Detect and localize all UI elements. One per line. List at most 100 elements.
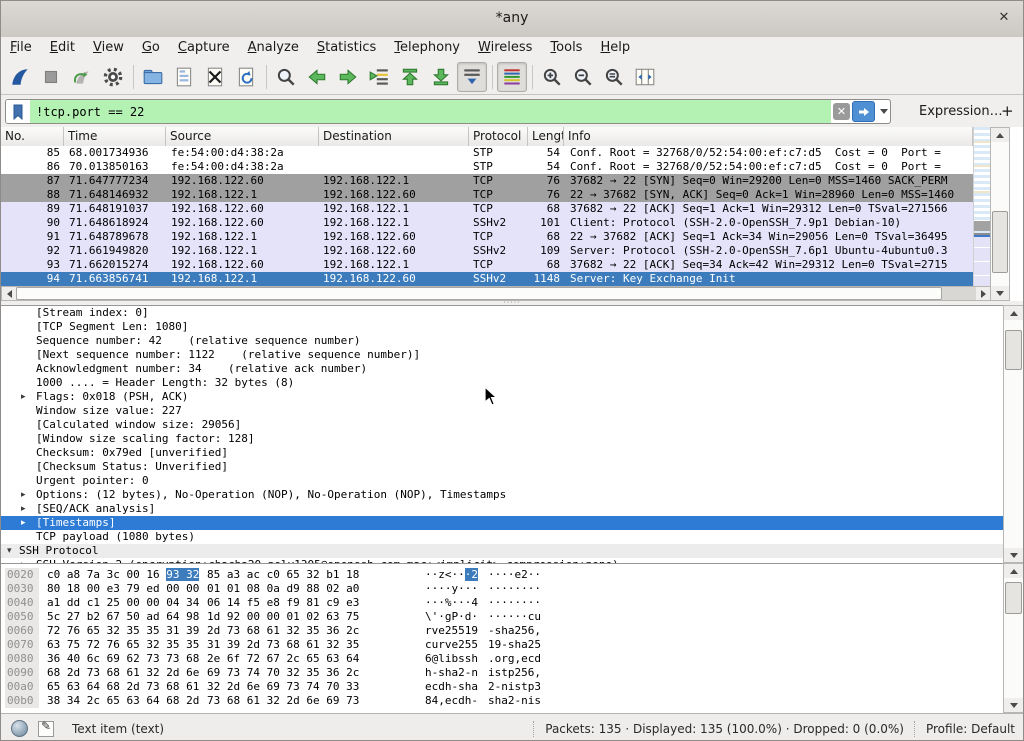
hex-row[interactable]: 008036 40 6c 69 62 73 73 682e 6f 72 67 2… (1, 652, 1003, 666)
scroll-down-button[interactable] (991, 286, 1009, 300)
scrollbar-thumb[interactable] (1005, 582, 1022, 614)
filter-history-caret[interactable] (877, 100, 890, 123)
packet-row-85[interactable]: 8568.001734936fe:54:00:d4:38:2aSTP54Conf… (1, 146, 973, 160)
hex-row[interactable]: 0040a1 dd c1 25 00 00 04 3406 14 f5 e8 f… (1, 596, 1003, 610)
detail-line[interactable]: 1000 .... = Header Length: 32 bytes (8) (1, 376, 1003, 390)
go-to-packet-button[interactable] (364, 62, 394, 92)
stop-capture-button[interactable] (36, 62, 66, 92)
detail-line-timestamps-selected[interactable]: ▸[Timestamps] (1, 516, 1003, 530)
packet-row-88[interactable]: 8871.648146932192.168.122.1192.168.122.6… (1, 188, 973, 202)
packet-row-90[interactable]: 9071.648618924192.168.122.60192.168.122.… (1, 216, 973, 230)
packet-row-93[interactable]: 9371.662015274192.168.122.60192.168.122.… (1, 258, 973, 272)
expert-info-button[interactable] (11, 720, 28, 737)
auto-scroll-button[interactable] (457, 62, 487, 92)
zoom-out-button[interactable] (568, 62, 598, 92)
resize-columns-button[interactable] (630, 62, 660, 92)
restart-capture-button[interactable] (67, 62, 97, 92)
detail-line[interactable]: [Window size scaling factor: 128] (1, 432, 1003, 446)
column-header-source[interactable]: Source (166, 127, 319, 146)
menu-telephony[interactable]: Telephony (385, 37, 469, 59)
go-to-bottom-button[interactable] (426, 62, 456, 92)
find-packet-button[interactable] (271, 62, 301, 92)
hex-row[interactable]: 00b038 34 2c 65 63 64 68 2d73 68 61 32 2… (1, 694, 1003, 708)
start-capture-button[interactable] (5, 62, 35, 92)
detail-line[interactable]: [Checksum Status: Unverified] (1, 460, 1003, 474)
scroll-down-button[interactable] (1004, 548, 1023, 562)
hscrollbar-thumb[interactable] (16, 287, 942, 300)
detail-line[interactable]: [TCP Segment Len: 1080] (1, 320, 1003, 334)
reload-file-button[interactable] (231, 62, 261, 92)
filter-apply-button[interactable] (852, 101, 875, 122)
go-back-button[interactable] (302, 62, 332, 92)
hex-row[interactable]: 007063 75 72 76 65 32 35 3531 39 2d 73 6… (1, 638, 1003, 652)
menu-go[interactable]: Go (133, 37, 169, 59)
menu-edit[interactable]: Edit (41, 37, 84, 59)
hex-row[interactable]: 006072 76 65 32 35 35 31 392d 73 68 61 3… (1, 624, 1003, 638)
detail-line-flags[interactable]: ▸Flags: 0x018 (PSH, ACK) (1, 390, 1003, 404)
go-to-top-button[interactable] (395, 62, 425, 92)
scroll-up-button[interactable] (1004, 564, 1023, 578)
add-filter-button[interactable]: + (1001, 102, 1014, 120)
filter-bookmark-button[interactable] (6, 100, 30, 123)
zoom-in-button[interactable] (537, 62, 567, 92)
column-header-no[interactable]: No. (1, 127, 64, 146)
open-file-button[interactable] (138, 62, 168, 92)
expression-button[interactable]: Expression… (919, 104, 1003, 119)
column-header-time[interactable]: Time (64, 127, 166, 146)
detail-line[interactable]: Acknowledgment number: 34 (relative ack … (1, 362, 1003, 376)
scrollbar-thumb[interactable] (992, 211, 1008, 273)
detail-line[interactable]: Checksum: 0x79ed [unverified] (1, 446, 1003, 460)
packet-list-minimap[interactable] (973, 127, 991, 299)
filter-clear-button[interactable]: ✕ (833, 103, 850, 120)
hex-row[interactable]: 00a065 63 64 68 2d 73 68 6132 2d 6e 69 7… (1, 680, 1003, 694)
profile-button[interactable]: Profile: Default (926, 722, 1015, 736)
column-header-destination[interactable]: Destination (319, 127, 469, 146)
detail-line-seqack[interactable]: ▸[SEQ/ACK analysis] (1, 502, 1003, 516)
capture-options-button[interactable] (98, 62, 128, 92)
scroll-right-button[interactable] (976, 287, 990, 300)
detail-line-ssh-protocol[interactable]: ▾SSH Protocol (1, 544, 1003, 558)
menu-help[interactable]: Help (591, 37, 639, 59)
packet-row-89[interactable]: 8971.648191037192.168.122.60192.168.122.… (1, 202, 973, 216)
filter-input[interactable] (30, 100, 831, 123)
colorize-button[interactable] (497, 62, 527, 92)
packet-row-86[interactable]: 8670.013850163fe:54:00:d4:38:2aSTP54Conf… (1, 160, 973, 174)
go-forward-button[interactable] (333, 62, 363, 92)
detail-line[interactable]: Sequence number: 42 (relative sequence n… (1, 334, 1003, 348)
hex-row[interactable]: 0020c0 a8 7a 3c 00 16 93 3285 a3 ac c0 6… (1, 568, 1003, 582)
close-file-button[interactable] (200, 62, 230, 92)
packet-row-92[interactable]: 9271.661949820192.168.122.1192.168.122.6… (1, 244, 973, 258)
zoom-original-button[interactable] (599, 62, 629, 92)
scroll-left-button[interactable] (2, 287, 16, 300)
detail-line[interactable]: Window size value: 227 (1, 404, 1003, 418)
menu-analyze[interactable]: Analyze (239, 37, 308, 59)
menu-view[interactable]: View (84, 37, 133, 59)
menu-wireless[interactable]: Wireless (469, 37, 541, 59)
menu-file[interactable]: File (1, 37, 41, 59)
detail-line[interactable]: Urgent pointer: 0 (1, 474, 1003, 488)
capture-comment-button[interactable]: ✎ (38, 721, 54, 737)
menu-tools[interactable]: Tools (541, 37, 591, 59)
scrollbar-thumb[interactable] (1005, 330, 1022, 370)
packet-row-94-selected[interactable]: 9471.663856741192.168.122.1192.168.122.6… (1, 272, 973, 286)
detail-line-options[interactable]: ▸Options: (12 bytes), No-Operation (NOP)… (1, 488, 1003, 502)
column-header-protocol[interactable]: Protocol (469, 127, 528, 146)
packet-row-87[interactable]: 8771.647777234192.168.122.60192.168.122.… (1, 174, 973, 188)
scroll-up-button[interactable] (1004, 306, 1023, 320)
scroll-up-button[interactable] (991, 128, 1009, 142)
detail-line[interactable]: [Next sequence number: 1122 (relative se… (1, 348, 1003, 362)
hex-row[interactable]: 003080 18 00 e3 79 ed 00 0001 01 08 0a d… (1, 582, 1003, 596)
detail-line[interactable]: TCP payload (1080 bytes) (1, 530, 1003, 544)
detail-line[interactable]: [Stream index: 0] (1, 306, 1003, 320)
close-button[interactable]: ✕ (995, 9, 1013, 27)
column-header-info[interactable]: Info (564, 127, 973, 146)
column-header-length[interactable]: Length (528, 127, 564, 146)
menu-capture[interactable]: Capture (169, 37, 239, 59)
save-file-button[interactable] (169, 62, 199, 92)
detail-line[interactable]: [Calculated window size: 29056] (1, 418, 1003, 432)
scroll-down-button[interactable] (1004, 698, 1023, 712)
packet-row-91[interactable]: 9171.648789678192.168.122.1192.168.122.6… (1, 230, 973, 244)
hex-row[interactable]: 00505c 27 b2 67 50 ad 64 981d 92 00 00 0… (1, 610, 1003, 624)
hex-row[interactable]: 009068 2d 73 68 61 32 2d 6e69 73 74 70 3… (1, 666, 1003, 680)
menu-statistics[interactable]: Statistics (308, 37, 385, 59)
